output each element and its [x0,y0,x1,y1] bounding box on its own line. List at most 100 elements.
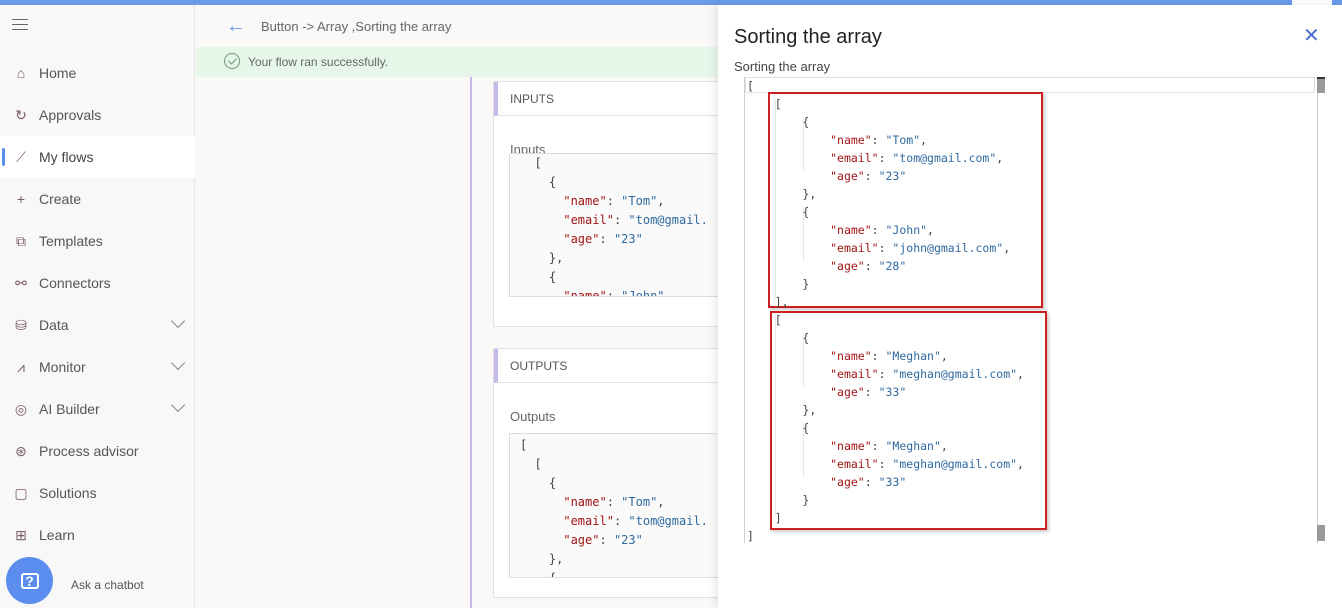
sidebar-item-home[interactable]: ⌂ Home [0,52,195,94]
chevron-down-icon[interactable] [170,355,186,371]
back-arrow-icon[interactable]: ← [226,15,246,38]
json-key: "email" [830,457,879,471]
plus-icon: + [16,191,26,207]
inputs-header[interactable]: INPUTS [494,82,732,116]
json-key: "name" [830,439,872,453]
outputs-header[interactable]: OUTPUTS [494,349,732,383]
json-value: "John" [885,223,928,237]
json-punctuation: { [802,205,810,219]
code-line: "name": "Tom", [747,131,927,149]
json-punctuation: : [864,169,879,183]
database-icon: ⛁ [15,316,27,333]
sidebar-item-process-advisor[interactable]: ⊛ Process advisor [0,430,195,472]
sidebar-item-monitor[interactable]: ⩘ Monitor [0,346,195,388]
json-value: "John" [621,289,665,297]
sidebar-item-label: Monitor [39,359,86,375]
code-line: [ [747,95,782,113]
approvals-icon: ↻ [15,106,27,123]
json-key: "age" [563,232,600,246]
json-punctuation: } [802,493,810,507]
code-line: { [520,474,738,493]
sidebar-item-my-flows[interactable]: ⟋ My flows [0,136,195,178]
chevron-down-icon[interactable] [170,397,186,413]
sidebar-item-learn[interactable]: ⊞ Learn [0,514,195,556]
json-value: "meghan@gmail.com" [892,367,1018,381]
panel-subtitle: Sorting the array [734,59,831,74]
highlight-box-second-group [770,311,1047,530]
json-value: "23" [613,232,643,246]
code-line: "age": "33" [747,473,906,491]
sidebar-item-data[interactable]: ⛁ Data [0,304,195,346]
json-punctuation: { [548,476,557,490]
chatbot-label[interactable]: Ask a chatbot [71,578,144,592]
code-line: }, [747,401,816,419]
json-punctuation: : [864,385,879,399]
outputs-label: Outputs [510,409,556,424]
json-key: "name" [830,223,872,237]
chevron-down-icon[interactable] [170,313,186,329]
header: ← Button -> Array ,Sorting the array [196,5,726,47]
outputs-code-view[interactable]: [ [ { "name": "Tom", "email": "tom@gmail… [509,433,739,578]
code-line: [ [520,154,738,173]
breadcrumb: Button -> Array ,Sorting the array [261,19,452,34]
close-icon[interactable]: ✕ [1303,26,1320,46]
checkmark-circle-icon [224,53,240,69]
json-key: "email" [830,151,879,165]
code-line: "email": "john@gmail.com", [747,239,1010,257]
json-key: "name" [563,495,607,509]
editor-current-line [745,77,1315,93]
sidebar-item-templates[interactable]: ⧉ Templates [0,220,195,262]
json-punctuation: , [927,223,934,237]
json-punctuation: }, [802,187,817,201]
hamburger-menu-icon[interactable] [12,19,28,31]
sidebar-item-label: Learn [39,527,75,543]
sidebar: ⌂ Home ↻ Approvals ⟋ My flows + Create ⧉ Template… [0,5,195,608]
json-output-editor[interactable]: [ [ { "name": "Tom", "email": "tom@gmail… [744,77,1325,543]
sidebar-item-label: Solutions [39,485,97,501]
code-line: "name": "John", [747,221,934,239]
code-line: "age": "23" [520,230,738,249]
scrollbar-thumb-top[interactable] [1317,77,1325,93]
json-punctuation: } [802,277,810,291]
json-punctuation: [ [774,313,782,327]
inputs-code-view[interactable]: [ { "name": "Tom", "email": "tom@gmail. … [509,153,739,297]
json-value: "Tom" [621,495,658,509]
json-value: "23" [878,169,907,183]
flow-connector-line [470,77,472,608]
json-value: "meghan@gmail.com" [892,457,1018,471]
sidebar-item-ai-builder[interactable]: ◎ AI Builder [0,388,195,430]
chatbot-button[interactable]: ? [6,557,53,604]
code-line: "age": "33" [747,383,906,401]
json-punctuation: : [871,133,886,147]
success-message: Your flow ran successfully. [248,55,389,69]
editor-scrollbar[interactable] [1317,77,1325,543]
json-punctuation: : [606,289,622,297]
monitor-icon: ⩘ [17,358,25,375]
json-punctuation: , [940,439,948,453]
details-panel: Sorting the array ✕ Sorting the array [ … [718,5,1342,608]
json-punctuation: , [1003,241,1011,255]
sidebar-item-approvals[interactable]: ↻ Approvals [0,94,195,136]
sidebar-item-create[interactable]: + Create [0,178,195,220]
scrollbar-thumb-bottom[interactable] [1317,525,1325,541]
json-punctuation: }, [548,251,564,265]
json-punctuation: ] [774,511,782,525]
json-punctuation: : [871,439,886,453]
sidebar-item-solutions[interactable]: ▢ Solutions [0,472,195,514]
sidebar-item-connectors[interactable]: ⚯ Connectors [0,262,195,304]
code-line: { [520,268,738,287]
code-line: "email": "meghan@gmail.com", [747,455,1024,473]
